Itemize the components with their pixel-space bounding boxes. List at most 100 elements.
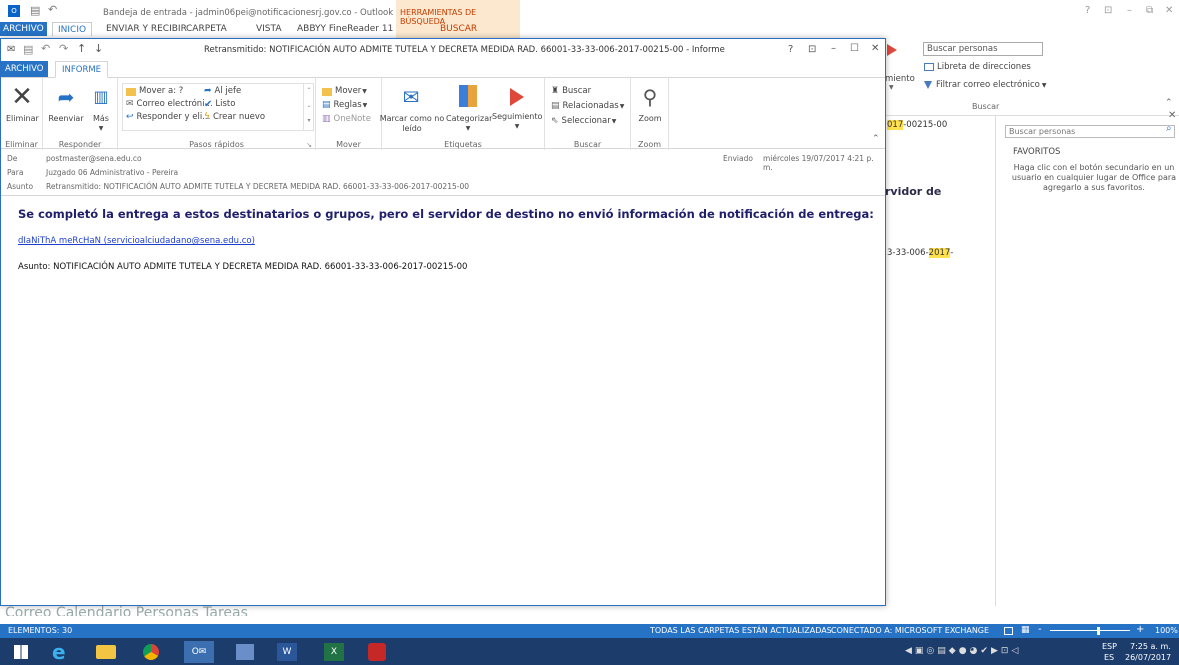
- message-titlebar: ✉ ▤ ↶ ↷ ↑ ↓ Retransmitido: NOTIFICACIÓN …: [1, 39, 885, 61]
- message-undo-icon[interactable]: ↶: [41, 42, 50, 55]
- message-collapse-ribbon-icon[interactable]: ⌃: [872, 134, 880, 144]
- asunto-value: Retransmitido: NOTIFICACIÓN AUTO ADMITE …: [46, 182, 469, 191]
- message-tab-informe[interactable]: INFORME: [55, 61, 109, 78]
- tab-archivo[interactable]: ARCHIVO: [0, 22, 47, 36]
- network-app-icon[interactable]: [236, 644, 254, 660]
- marcar-no-leido-button[interactable]: ✉ Marcar como no leído: [380, 82, 445, 134]
- bg-fragment-year1: 017-00215-00: [887, 120, 947, 130]
- save-icon[interactable]: ▤: [30, 4, 40, 17]
- fragment-year2-suffix: -: [950, 248, 954, 258]
- undo-icon[interactable]: ↶: [48, 3, 57, 16]
- zoom-button[interactable]: ⚲ Zoom: [635, 82, 665, 124]
- qs-correo[interactable]: ✉ Correo electróni...: [126, 99, 213, 110]
- qs-jefe-label: Al jefe: [214, 86, 242, 96]
- group-eliminar-label: Eliminar: [5, 140, 38, 149]
- tab-enviar-recibir[interactable]: ENVIAR Y RECIBIR: [106, 22, 187, 36]
- normal-view-icon[interactable]: [1004, 627, 1013, 635]
- zoom-slider[interactable]: [1050, 630, 1130, 631]
- bg-restore-icon[interactable]: ⧉: [1146, 5, 1153, 16]
- message-next-icon[interactable]: ↓: [94, 42, 103, 55]
- outlook-taskbar-icon[interactable]: O✉: [184, 641, 214, 663]
- message-ribbon-display-icon[interactable]: ⊡: [808, 44, 816, 55]
- mas-button[interactable]: ▥ Más ▼: [88, 82, 114, 134]
- address-book-button[interactable]: Libreta de direcciones: [924, 62, 1031, 72]
- buscar-button[interactable]: ♜ Buscar: [551, 86, 591, 97]
- tray-lang-2[interactable]: ES: [1104, 653, 1114, 662]
- tray-time[interactable]: 7:25 a. m.: [1130, 642, 1171, 651]
- eliminar-button[interactable]: ✕ Eliminar: [6, 82, 39, 124]
- outlook-title: Bandeja de entrada - jadmin06pei@notific…: [103, 8, 394, 18]
- windows-start-icon[interactable]: [14, 645, 28, 659]
- qs-crear-nuevo[interactable]: ϟ Crear nuevo: [204, 112, 265, 123]
- filter-mail-label: Filtrar correo electrónico: [936, 80, 1040, 90]
- address-book-icon: [924, 63, 934, 71]
- relacionadas-dropdown-icon: ▼: [619, 103, 625, 110]
- recipient-link[interactable]: dIaNiThA meRcHaN (servicioalciudadano@se…: [18, 236, 255, 246]
- reglas-button[interactable]: ▤ Reglas ▼: [322, 100, 367, 111]
- group-responder: ➦ Reenviar ▥ Más ▼ Responder: [43, 78, 118, 150]
- relacionadas-button[interactable]: ▤ Relacionadas ▼: [551, 101, 624, 112]
- close-pane-icon[interactable]: ✕: [1168, 110, 1176, 121]
- tray-icons[interactable]: ◀▣◎▤◆●◕✔▶⊡◁: [905, 646, 1021, 656]
- tab-vista[interactable]: VISTA: [256, 22, 281, 36]
- collapse-ribbon-icon[interactable]: ⌃: [1165, 98, 1173, 108]
- tab-buscar[interactable]: BUSCAR: [440, 22, 477, 36]
- seguimiento-button[interactable]: Seguimiento ▼: [492, 82, 542, 132]
- onenote-button[interactable]: ▥ OneNote: [322, 114, 371, 125]
- qs-al-jefe[interactable]: ➦ Al jefe: [204, 86, 241, 97]
- tab-carpeta[interactable]: CARPETA: [186, 22, 227, 36]
- tray-lang-1[interactable]: ESP: [1102, 642, 1117, 651]
- filter-mail-button[interactable]: Filtrar correo electrónico ▼: [924, 80, 1046, 90]
- categorize-icon: [459, 85, 477, 107]
- bg-minimize-icon[interactable]: –: [1127, 5, 1132, 16]
- word-icon[interactable]: W: [277, 643, 297, 661]
- tab-inicio[interactable]: INICIO: [52, 22, 93, 36]
- tray-date[interactable]: 26/07/2017: [1125, 653, 1171, 662]
- zoom-slider-thumb[interactable]: [1097, 627, 1100, 635]
- bg-help-icon[interactable]: ?: [1085, 5, 1090, 16]
- filter-icon: [924, 81, 932, 89]
- zoom-out-icon[interactable]: -: [1038, 624, 1042, 635]
- tab-abbyy[interactable]: ABBYY FineReader 11: [297, 22, 393, 36]
- people-search-icon[interactable]: ⌕: [1166, 123, 1172, 134]
- categorizar-button[interactable]: Categorizar ▼: [446, 82, 492, 134]
- internet-explorer-icon[interactable]: e: [52, 642, 74, 662]
- mover-dropdown-icon: ▼: [362, 88, 367, 95]
- zoom-in-icon[interactable]: +: [1136, 624, 1144, 635]
- qs-launcher-icon[interactable]: ↘: [306, 141, 312, 149]
- chrome-icon[interactable]: [143, 644, 159, 660]
- message-redo-icon[interactable]: ↷: [59, 42, 68, 55]
- message-close-icon[interactable]: ✕: [871, 43, 879, 54]
- search-people-box[interactable]: Buscar personas: [923, 42, 1043, 56]
- group-etiquetas: ✉ Marcar como no leído Categorizar ▼ Seg…: [380, 78, 545, 150]
- message-minimize-icon[interactable]: –: [831, 43, 836, 54]
- message-tab-archivo[interactable]: ARCHIVO: [1, 61, 48, 77]
- reading-view-icon[interactable]: ▦: [1021, 625, 1030, 635]
- file-explorer-icon[interactable]: [96, 645, 116, 659]
- message-save-icon[interactable]: ▤: [23, 43, 33, 56]
- message-prev-icon[interactable]: ↑: [77, 42, 86, 55]
- shield-app-icon[interactable]: [368, 643, 386, 661]
- zoom-level[interactable]: 100%: [1155, 626, 1178, 635]
- message-maximize-icon[interactable]: ☐: [850, 43, 859, 54]
- mover-button[interactable]: Mover ▼: [322, 86, 367, 97]
- message-help-icon[interactable]: ?: [788, 44, 793, 55]
- bg-close-icon[interactable]: ✕: [1165, 5, 1173, 16]
- bg-ribbon-display-icon[interactable]: ⊡: [1104, 5, 1112, 16]
- filter-mail-dropdown-icon: ▼: [1041, 81, 1047, 89]
- qs-responder-eliminar[interactable]: ↩ Responder y eli...: [126, 112, 210, 123]
- seleccionar-button[interactable]: ⇖ Seleccionar ▼: [551, 116, 616, 127]
- message-app-icon: ✉: [7, 44, 16, 55]
- qs-listo[interactable]: ✔ Listo: [204, 99, 235, 110]
- people-search-input[interactable]: Buscar personas: [1005, 125, 1175, 138]
- qs-scroll[interactable]: ⌃ ⌄ ▾: [303, 83, 314, 131]
- para-value[interactable]: Juzgado 06 Administrativo - Pereira: [46, 168, 178, 177]
- seguimiento-dropdown-icon: ▼: [514, 123, 520, 130]
- excel-icon[interactable]: X: [324, 643, 344, 661]
- de-value[interactable]: postmaster@sena.edu.co: [46, 154, 142, 163]
- outlook-titlebar: O ▤ ↶ Bandeja de entrada - jadmin06pei@n…: [0, 0, 1179, 38]
- unread-envelope-icon: ✉: [402, 85, 420, 109]
- qs-mover-a[interactable]: Mover a: ?: [126, 86, 183, 97]
- delivery-heading: Se completó la entrega a estos destinata…: [18, 207, 874, 221]
- reenviar-button[interactable]: ➦ Reenviar: [47, 82, 85, 124]
